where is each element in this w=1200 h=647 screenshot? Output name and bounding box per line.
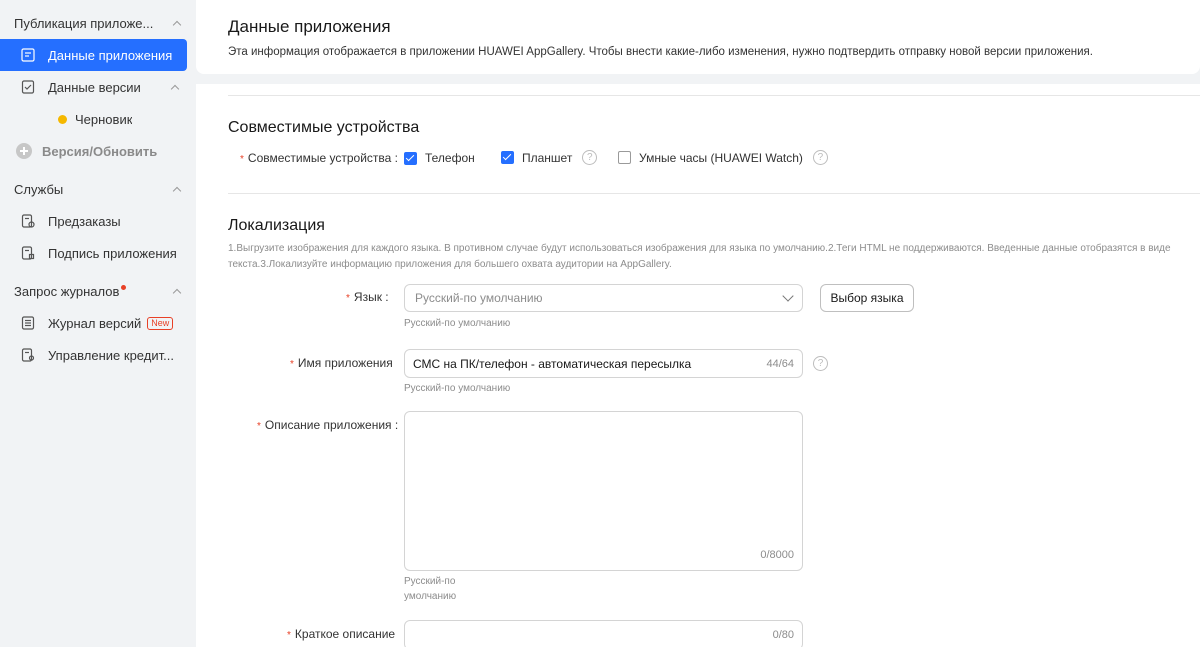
short-description-counter: 0/80 — [772, 629, 794, 641]
draft-status-dot — [58, 114, 67, 124]
description-label-text: Описание приложения : — [264, 418, 399, 432]
header-card: Данные приложения Эта информация отображ… — [196, 0, 1200, 74]
sidebar-item-preorders[interactable]: Предзаказы — [0, 205, 196, 237]
sidebar-group-title: Службы — [14, 181, 64, 197]
localization-hint: 1.Выгрузите изображения для каждого язык… — [228, 243, 1171, 270]
language-label-text: Язык : — [353, 290, 389, 304]
chevron-up-icon — [172, 18, 182, 28]
divider — [228, 95, 1200, 96]
help-icon[interactable]: ? — [813, 356, 828, 371]
sidebar-group-title-text: Запрос журналов — [14, 283, 120, 299]
page-description: Эта информация отображается в приложении… — [228, 46, 1093, 58]
description-textarea[interactable]: 0/8000 — [404, 411, 803, 571]
help-icon[interactable]: ? — [582, 150, 598, 165]
form-card: Совместимые устройства * Совместимые устр… — [196, 84, 1200, 647]
sidebar-item-version-update[interactable]: Версия/Обновить — [0, 135, 196, 167]
watch-checkbox[interactable]: Умные часы (HUAWEI Watch) ? — [618, 150, 828, 165]
page-title: Данные приложения — [228, 17, 391, 36]
main-content: Данные приложения Эта информация отображ… — [196, 0, 1200, 647]
language-select-value: Русский-по умолчанию — [415, 291, 543, 305]
document-check-icon — [21, 80, 35, 94]
sidebar-item-label: Предзаказы — [48, 213, 121, 229]
chevron-up-icon — [172, 286, 182, 296]
sidebar-item-label: Данные приложения — [48, 47, 173, 63]
sidebar-item-label: Черновик — [75, 111, 133, 127]
checkbox-checked-icon — [404, 151, 417, 165]
help-icon[interactable]: ? — [812, 150, 828, 165]
phone-checkbox[interactable]: Телефон — [404, 151, 475, 165]
new-badge: New — [147, 316, 174, 330]
app-name-label: * Имя приложения — [290, 356, 393, 370]
short-description-input[interactable]: 0/80 — [404, 620, 803, 647]
compat-label-text: Совместимые устройства : — [247, 151, 398, 165]
section-title-localization: Локализация — [228, 217, 325, 234]
app-name-counter: 44/64 — [766, 357, 794, 370]
credential-icon — [21, 348, 35, 362]
chevron-down-icon — [782, 290, 794, 302]
choose-language-button[interactable]: Выбор языка — [820, 284, 914, 312]
sidebar-group-title: Публикация приложе... — [14, 15, 154, 31]
app-name-input[interactable]: СМС на ПК/телефон - автоматическая перес… — [404, 349, 803, 378]
sidebar-item-label: Версия/Обновить — [42, 143, 158, 159]
log-icon — [21, 316, 35, 330]
sidebar-item-app-data[interactable]: Данные приложения — [0, 39, 187, 71]
sidebar-item-label: Подпись приложения — [48, 245, 177, 261]
form-icon — [21, 48, 35, 62]
compat-label: * Совместимые устройства : — [240, 151, 398, 165]
sidebar-item-draft[interactable]: Черновик — [0, 103, 196, 135]
sidebar-item-app-signing[interactable]: Подпись приложения — [0, 237, 196, 269]
app-name-value: СМС на ПК/телефон - автоматическая перес… — [413, 356, 692, 371]
sidebar: Публикация приложе... Данные приложения … — [0, 0, 196, 647]
checkbox-label: Планшет — [522, 150, 573, 165]
checkbox-label: Телефон — [425, 151, 475, 165]
tablet-checkbox[interactable]: Планшет ? — [501, 150, 598, 165]
sidebar-group-services[interactable]: Службы — [0, 173, 196, 205]
sidebar-group-logs[interactable]: Запрос журналов — [0, 275, 196, 307]
language-select[interactable]: Русский-по умолчанию — [404, 284, 803, 312]
signature-icon — [21, 246, 35, 260]
checkbox-label: Умные часы (HUAWEI Watch) — [639, 150, 803, 165]
language-label: * Язык : — [346, 290, 389, 304]
sidebar-item-version-data[interactable]: Данные версии — [0, 71, 196, 103]
sidebar-group-title: Запрос журналов — [14, 283, 127, 299]
checkbox-checked-icon — [501, 151, 514, 164]
sidebar-item-label: Управление кредит... — [48, 347, 174, 363]
checkbox-unchecked-icon — [618, 151, 631, 164]
divider — [228, 193, 1200, 194]
description-counter: 0/8000 — [760, 549, 794, 561]
description-default-note: Русский-по умолчанию — [404, 576, 457, 602]
chevron-up-icon — [170, 82, 180, 92]
description-label: * Описание приложения : — [257, 418, 399, 432]
section-title-compat: Совместимые устройства — [228, 119, 420, 136]
app-name-label-text: Имя приложения — [297, 356, 393, 370]
plus-circle-icon — [16, 143, 32, 159]
sidebar-item-label: Данные версии — [48, 79, 141, 95]
short-description-label: * Краткое описание — [287, 627, 396, 641]
chevron-up-icon — [172, 184, 182, 194]
app-name-default-note: Русский-по умолчанию — [404, 383, 511, 394]
sidebar-item-version-log[interactable]: Журнал версий New — [0, 307, 196, 339]
sidebar-item-credentials[interactable]: Управление кредит... — [0, 339, 196, 371]
short-description-label-text: Краткое описание — [294, 627, 396, 641]
notification-dot — [121, 284, 127, 290]
sidebar-group-publish[interactable]: Публикация приложе... — [0, 7, 196, 39]
sidebar-item-label: Журнал версий — [48, 315, 142, 331]
preorder-icon — [21, 214, 35, 228]
language-default-note: Русский-по умолчанию — [404, 318, 511, 329]
